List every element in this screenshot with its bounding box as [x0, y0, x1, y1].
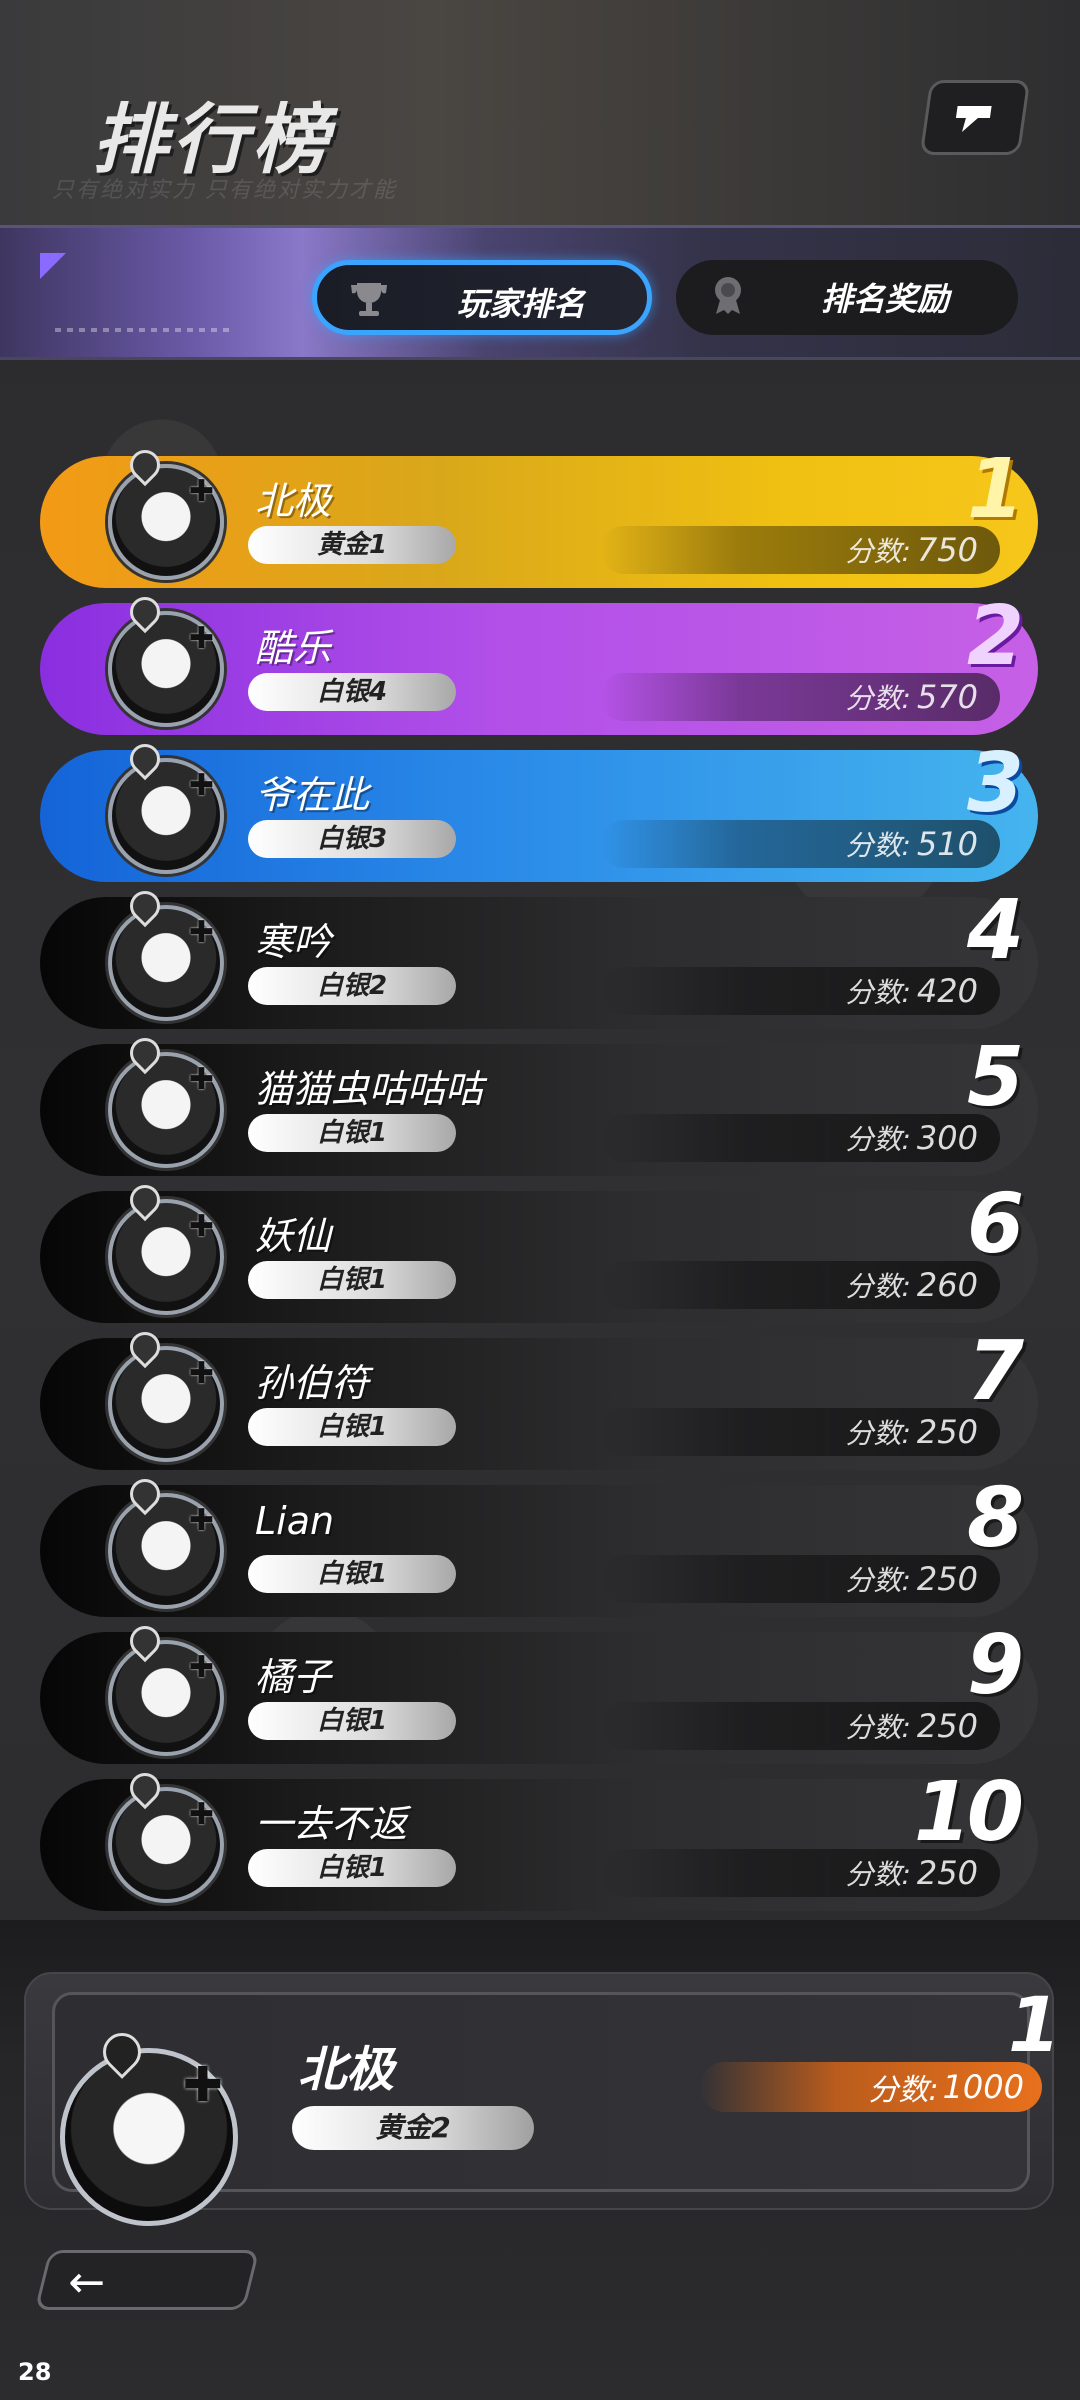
player-avatar: ✚: [108, 737, 224, 874]
ranking-row[interactable]: ✚ 妖仙 白银1 分数: 260 6: [40, 1177, 1038, 1323]
rank-number: 9: [966, 1618, 1024, 1713]
tier-badge: 白银1: [248, 1261, 456, 1299]
header: 排行榜 只有绝对实力 只有绝对实力才能: [0, 0, 1080, 225]
tier-badge: 白银2: [248, 967, 456, 1005]
ranking-row[interactable]: ✚ 爷在此 白银3 分数: 510 3: [40, 736, 1038, 882]
rank-number: 3: [966, 736, 1024, 831]
player-name: 橘子: [255, 1655, 332, 1699]
player-avatar: ✚: [108, 1619, 224, 1756]
player-score: 分数: 250: [600, 1702, 1000, 1750]
ranking-row[interactable]: ✚ 寒吟 白银2 分数: 420 4: [40, 883, 1038, 1029]
player-avatar: ✚: [108, 884, 224, 1021]
my-tier-badge: 黄金2: [292, 2106, 534, 2150]
player-name: 北极: [255, 479, 332, 523]
ranking-row[interactable]: ✚ Lian 白银1 分数: 250 8: [40, 1471, 1038, 1617]
tier-badge: 白银1: [248, 1114, 456, 1152]
tier-badge: 白银1: [248, 1849, 456, 1887]
dotted-line-decoration: [55, 328, 235, 332]
medal-icon: [715, 277, 741, 314]
player-avatar: ✚: [108, 1178, 224, 1315]
player-avatar: ✚: [108, 1472, 224, 1609]
share-arrow-icon: [956, 105, 992, 132]
my-rank-number: 1: [1008, 1980, 1061, 2069]
share-button[interactable]: [919, 80, 1031, 155]
player-avatar: ✚: [108, 443, 224, 580]
back-arrow-icon: ←: [68, 2257, 106, 2308]
player-name: 一去不返: [255, 1802, 408, 1846]
rank-number: 6: [966, 1177, 1024, 1272]
my-player-name: 北极: [298, 2042, 395, 2098]
player-avatar: ✚: [108, 590, 224, 727]
player-score: 分数: 510: [600, 820, 1000, 868]
player-avatar: ✚: [108, 1766, 224, 1903]
player-score: 分数: 250: [600, 1555, 1000, 1603]
player-score: 分数: 750: [600, 526, 1000, 574]
ranking-row[interactable]: ✚ 孙伯符 白银1 分数: 250 7: [40, 1324, 1038, 1470]
tab-ranking-rewards-label: 排名奖励: [821, 280, 950, 318]
trophy-icon: [351, 283, 387, 316]
tier-badge: 白银1: [248, 1408, 456, 1446]
player-score: 分数: 250: [600, 1408, 1000, 1456]
player-name: 寒吟: [255, 920, 332, 964]
player-score: 分数: 260: [600, 1261, 1000, 1309]
ranking-row[interactable]: ✚ 橘子 白银1 分数: 250 9: [40, 1618, 1038, 1764]
player-name: 妖仙: [255, 1214, 332, 1258]
rank-number: 2: [966, 589, 1024, 684]
my-score: 分数: 1000: [700, 2062, 1042, 2112]
tab-player-ranking-label: 玩家排名: [457, 285, 586, 323]
tier-badge: 白银4: [248, 673, 456, 711]
tier-badge: 黄金1: [248, 526, 456, 564]
tier-badge: 白银1: [248, 1702, 456, 1740]
header-watermark-text: 只有绝对实力 只有绝对实力才能: [52, 178, 397, 203]
back-button[interactable]: ←: [34, 2250, 260, 2310]
tier-badge: 白银3: [248, 820, 456, 858]
rank-number: 1: [966, 442, 1024, 537]
corner-triangle-decoration: [40, 253, 66, 279]
player-score: 分数: 570: [600, 673, 1000, 721]
ranking-row[interactable]: ✚ 一去不返 白银1 分数: 250 10: [40, 1765, 1038, 1911]
player-avatar: ✚: [108, 1325, 224, 1462]
my-avatar: ✚: [60, 2025, 238, 2226]
player-name: 爷在此: [255, 773, 370, 817]
player-name: 猫猫虫咕咕咕: [255, 1067, 484, 1111]
page-number: 28: [18, 2358, 52, 2386]
tier-badge: 白银1: [248, 1555, 456, 1593]
rank-number: 10: [913, 1765, 1024, 1860]
rank-number: 5: [966, 1030, 1024, 1125]
ranking-row[interactable]: ✚ 猫猫虫咕咕咕 白银1 分数: 300 5: [40, 1030, 1038, 1176]
rank-number: 7: [966, 1324, 1024, 1419]
ranking-row[interactable]: ✚ 酷乐 白银4 分数: 570 2: [40, 589, 1038, 735]
player-name: Lian: [255, 1499, 335, 1543]
player-name: 酷乐: [255, 626, 332, 670]
rank-number: 4: [966, 883, 1024, 978]
tab-bar: 玩家排名 排名奖励: [0, 225, 1080, 360]
player-name: 孙伯符: [255, 1361, 370, 1405]
tab-ranking-rewards[interactable]: 排名奖励: [676, 260, 1018, 335]
player-score: 分数: 420: [600, 967, 1000, 1015]
tab-player-ranking[interactable]: 玩家排名: [312, 260, 652, 335]
ranking-row[interactable]: ✚ 北极 黄金1 分数: 750 1: [40, 442, 1038, 588]
rank-number: 8: [966, 1471, 1024, 1566]
player-score: 分数: 300: [600, 1114, 1000, 1162]
player-avatar: ✚: [108, 1031, 224, 1168]
